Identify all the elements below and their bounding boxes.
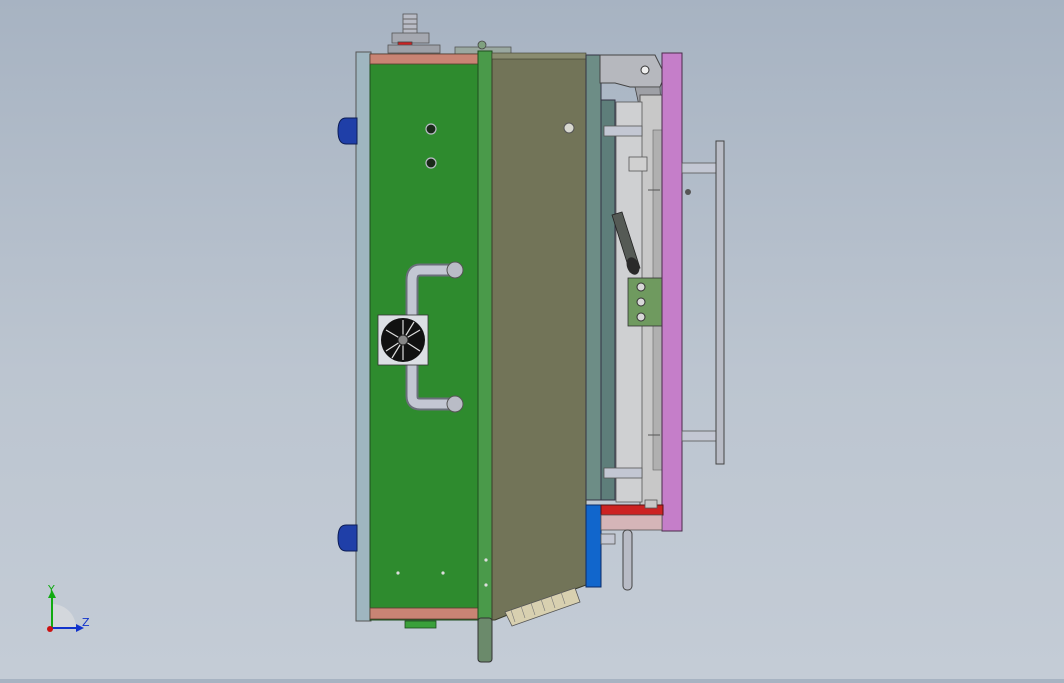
mold-assembly-drawing: Y Z	[47, 13, 725, 663]
top-water-fitting	[387, 13, 441, 54]
bottom-right-assembly	[600, 499, 664, 591]
left-clamp-plate	[355, 51, 372, 622]
knockout-bar	[715, 140, 725, 465]
olive-core-plate	[491, 52, 587, 621]
locating-ring-top	[337, 117, 358, 145]
triad-x-axis	[47, 626, 53, 632]
ejector-plate	[600, 99, 616, 501]
triad-z-label: Z	[82, 616, 90, 629]
green-screw-bracket	[627, 277, 663, 327]
locating-ring-bottom	[337, 524, 358, 552]
bottom-tab	[404, 620, 437, 629]
green-strap	[477, 50, 493, 663]
coordinate-triad: Y Z	[47, 583, 90, 632]
teal-spacer-block	[585, 54, 602, 501]
knockout-rods	[681, 162, 717, 442]
cad-viewport[interactable]: Y Z	[0, 0, 1064, 679]
triad-y-label: Y	[47, 583, 55, 596]
cooling-fan	[377, 314, 429, 366]
magenta-ejector-plate	[661, 52, 683, 532]
blue-support-block	[585, 504, 602, 588]
